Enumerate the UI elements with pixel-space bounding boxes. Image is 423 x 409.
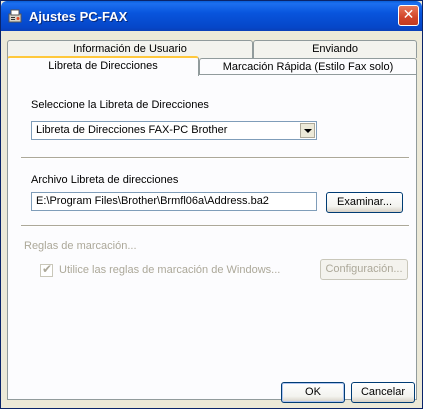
cancel-label: Cancelar [360,386,406,398]
close-icon: ✕ [402,7,415,23]
configuration-label: Configuración... [325,263,403,275]
dialing-rules-group-label: Reglas de marcación... [24,240,137,252]
dialog-client-area: Información de Usuario Enviando Libreta … [4,31,420,407]
chevron-down-icon[interactable] [300,123,315,138]
cancel-button[interactable]: Cancelar [351,382,415,403]
window-title: Ajustes PC-FAX [29,9,128,24]
tab-label: Libreta de Direcciones [48,60,158,72]
separator [21,157,409,159]
tab-libreta-de-direcciones[interactable]: Libreta de Direcciones [7,56,199,76]
address-file-path: E:\Program Files\Brother\Brmfl06a\Addres… [36,195,269,207]
select-address-book-label: Seleccione la Libreta de Direcciones [31,99,209,111]
address-file-label: Archivo Libreta de direcciones [31,174,179,186]
ok-button[interactable]: OK [281,382,345,403]
configuration-button[interactable]: Configuración... [320,259,408,280]
tab-label: Información de Usuario [73,43,187,55]
checkmark-icon: ✔ [42,262,53,276]
tab-enviando[interactable]: Enviando [253,40,417,58]
browse-button[interactable]: Examinar... [326,192,403,213]
ok-label: OK [305,386,321,398]
tab-label: Enviando [312,43,358,55]
select-value: Libreta de Direcciones FAX-PC Brother [36,124,228,136]
address-book-select[interactable]: Libreta de Direcciones FAX-PC Brother [31,121,317,140]
close-button[interactable]: ✕ [398,5,419,26]
pc-fax-settings-dialog: Ajustes PC-FAX ✕ Información de Usuario … [0,0,423,409]
browse-label: Examinar... [336,196,393,208]
fax-app-icon [8,9,22,23]
windows-dialing-rules-checkbox[interactable]: ✔ [40,262,53,277]
tab-label: Marcación Rápida (Estilo Fax solo) [222,61,394,73]
windows-dialing-rules-label: Utilice las reglas de marcación de Windo… [59,264,281,276]
title-bar[interactable]: Ajustes PC-FAX ✕ [1,1,422,31]
address-file-field[interactable]: E:\Program Files\Brother\Brmfl06a\Addres… [31,192,317,211]
separator [21,225,409,227]
